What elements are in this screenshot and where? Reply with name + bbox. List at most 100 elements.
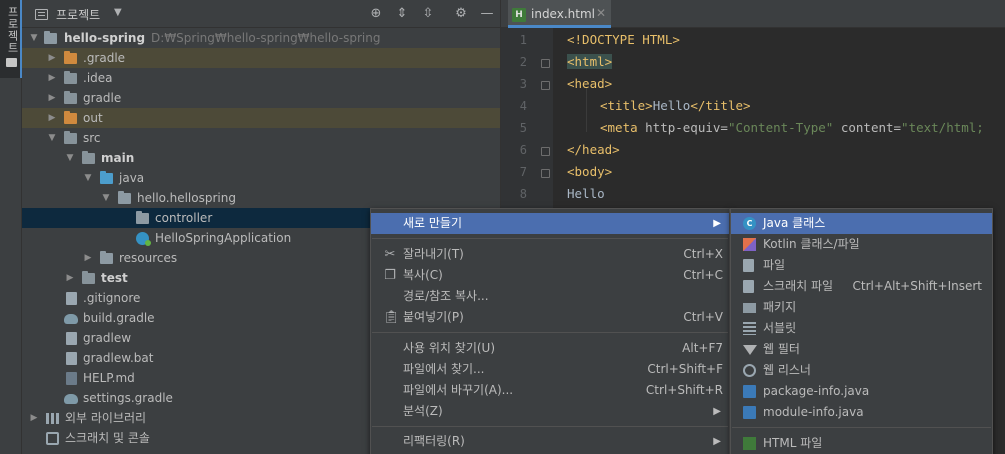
indent-guide [586,88,587,132]
gradle-file-icon [64,314,78,324]
menu-item-analyze[interactable]: 분석(Z) ▶ [371,401,729,422]
chevron-down-icon[interactable]: ▼ [64,148,76,168]
file-icon [66,332,77,345]
code-token: "text/html; [901,120,984,135]
expand-all-icon[interactable]: ⇕ [393,5,411,23]
new-submenu: C Java 클래스 Kotlin 클래스/파일 파일 스크래치 파일 Ctrl… [730,208,993,454]
source-folder-icon [100,171,113,184]
line-number: 8 [519,187,527,201]
package-icon [743,303,756,313]
tree-item-src[interactable]: ▼ src [22,128,500,148]
menu-item-copy-path[interactable]: 경로/참조 복사... [371,286,729,307]
tree-item-main[interactable]: ▼ main [22,148,500,168]
submenu-item-label: 파일 [763,258,786,272]
collapse-all-icon[interactable]: ⇳ [419,5,437,23]
tree-item-package[interactable]: ▼ hello.hellospring [22,188,500,208]
project-view-icon [35,9,48,20]
chevron-down-icon[interactable]: ▼ [114,7,122,18]
submenu-item-web-filter[interactable]: 웹 필터 [731,339,992,360]
menu-item-shortcut: Ctrl+Shift+R [645,383,723,397]
line-number: 2 [519,55,527,69]
file-icon [743,259,754,272]
folder-icon [82,271,95,284]
tree-item-gradle[interactable]: ▶ gradle [22,88,500,108]
minimize-icon[interactable]: — [478,5,496,23]
chevron-right-icon[interactable]: ▶ [46,108,58,128]
locate-icon[interactable]: ⊕ [367,5,385,23]
tree-item-gradle-cache[interactable]: ▶ .gradle [22,48,500,68]
submenu-item-package-info[interactable]: package-info.java [731,381,992,402]
menu-item-shortcut: Ctrl+Shift+F [647,362,723,376]
tree-item-label: hello.hellospring [137,191,236,205]
tree-item-label: java [119,171,145,185]
menu-item-replace-in-files[interactable]: 파일에서 바꾸기(A)... Ctrl+Shift+R [371,380,729,401]
submenu-item-kotlin[interactable]: Kotlin 클래스/파일 [731,234,992,255]
submenu-item-file[interactable]: 파일 [731,255,992,276]
menu-item-find-usages[interactable]: 사용 위치 찾기(U) Alt+F7 [371,338,729,359]
menu-item-paste[interactable]: 📋︎ 붙여넣기(P) Ctrl+V [371,307,729,328]
menu-separator [372,426,728,427]
submenu-item-java-class[interactable]: C Java 클래스 [731,213,992,234]
tab-index-html[interactable]: H index.html ✕ [508,0,611,28]
menu-item-shortcut: Ctrl+C [683,268,723,282]
chevron-down-icon[interactable]: ▼ [46,128,58,148]
menu-item-new[interactable]: 새로 만들기 ▶ [371,213,729,234]
tree-item-label: gradlew [83,331,132,345]
chevron-down-icon[interactable]: ▼ [28,28,40,48]
chevron-right-icon[interactable]: ▶ [46,88,58,108]
java-class-icon: C [743,217,756,230]
submenu-item-scratch-file[interactable]: 스크래치 파일 Ctrl+Alt+Shift+Insert [731,276,992,297]
tree-item-label: src [83,131,101,145]
chevron-right-icon[interactable]: ▶ [46,48,58,68]
menu-item-shortcut: Alt+F7 [682,341,723,355]
project-panel-header: 프로젝트 ▼ ⊕ ⇕ ⇳ ⚙ — [22,0,500,28]
folder-icon [64,111,77,124]
project-panel-title[interactable]: 프로젝트 [56,6,100,23]
submenu-item-html-file[interactable]: HTML 파일 [731,433,992,454]
tab-title: index.html [531,7,595,21]
code-token: http-equiv= [645,120,728,135]
chevron-right-icon[interactable]: ▶ [64,268,76,288]
editor-tab-bar: H index.html ✕ [501,0,1005,28]
tree-item-hello-spring[interactable]: ▼ hello-spring D:₩Spring₩hello-spring₩hel… [22,28,500,48]
chevron-down-icon[interactable]: ▼ [100,188,112,208]
folder-icon [64,51,77,64]
gitignore-file-icon [66,292,77,305]
chevron-right-icon: ▶ [713,218,721,229]
menu-item-find-in-files[interactable]: 파일에서 찾기... Ctrl+Shift+F [371,359,729,380]
code-line-8: Hello [567,186,605,201]
tree-item-label: gradle [83,91,122,105]
tree-item-label: resources [119,251,178,265]
code-line-5: <meta http-equiv="Content-Type" content=… [600,120,984,135]
close-icon[interactable]: ✕ [596,6,606,20]
submenu-item-web-listener[interactable]: 웹 리스너 [731,360,992,381]
line-number: 1 [519,33,527,47]
tree-item-java[interactable]: ▼ java [22,168,500,188]
tree-item-label: .gradle [83,51,126,65]
fold-marker-icon[interactable] [541,59,550,68]
submenu-item-servlet[interactable]: 서블릿 [731,318,992,339]
settings-icon[interactable]: ⚙ [452,5,470,23]
chevron-down-icon[interactable]: ▼ [82,168,94,188]
menu-item-cut[interactable]: ✂ 잘라내기(T) Ctrl+X [371,244,729,265]
menu-item-copy[interactable]: ❐ 복사(C) Ctrl+C [371,265,729,286]
chevron-right-icon[interactable]: ▶ [28,408,40,428]
fold-marker-icon[interactable] [541,81,550,90]
menu-item-label: 잘라내기(T) [403,247,464,261]
fold-marker-icon[interactable] [541,169,550,178]
line-number: 6 [519,143,527,157]
menu-item-refactor[interactable]: 리팩터링(R) ▶ [371,431,729,452]
tree-item-label: HELP.md [83,371,135,385]
tree-item-out[interactable]: ▶ out [22,108,500,128]
submenu-item-label: 웹 필터 [763,342,800,356]
chevron-right-icon[interactable]: ▶ [46,68,58,88]
menu-item-label: 경로/참조 복사... [403,289,489,303]
chevron-right-icon[interactable]: ▶ [82,248,94,268]
tree-item-idea[interactable]: ▶ .idea [22,68,500,88]
menu-item-label: 복사(C) [403,268,443,282]
project-tool-tab[interactable]: 프로젝트 [0,0,22,78]
fold-marker-icon[interactable] [541,147,550,156]
menu-item-label: 붙여넣기(P) [403,310,464,324]
submenu-item-module-info[interactable]: module-info.java [731,402,992,423]
submenu-item-package[interactable]: 패키지 [731,297,992,318]
